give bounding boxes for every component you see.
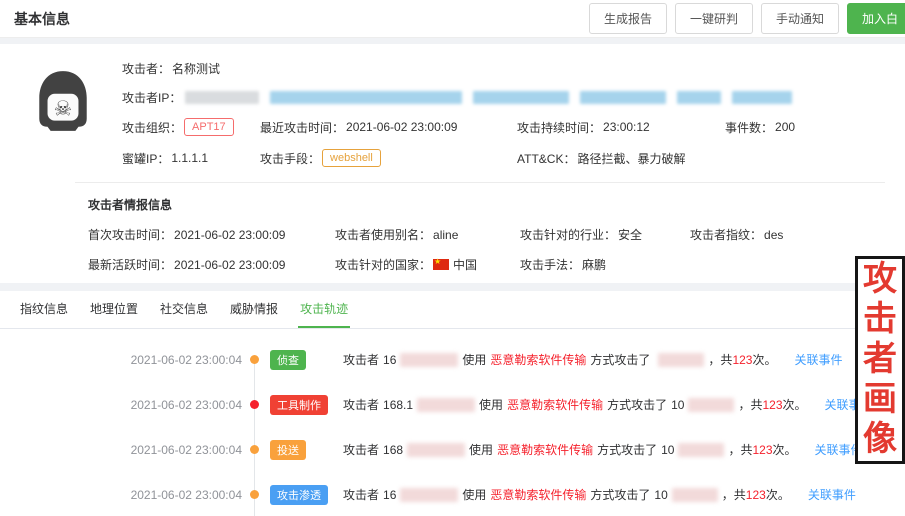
redacted-target-ip [688,398,734,412]
stage-tag: 侦查 [270,350,306,370]
timeline-dot [250,445,259,454]
redacted-ip-segment [185,91,259,104]
attacker-portrait-stamp: 攻 击 者 画 像 [855,256,905,464]
field-last-attack-time: 最近攻击时间： 2021-06-02 23:00:09 [260,119,517,136]
basic-fields: 攻击者： 名称测试 攻击者IP： 攻击组织： APT17 [122,56,885,180]
redacted-ip-segment [270,91,462,104]
redacted-target-ip [672,488,718,502]
redacted-ip-segment [580,91,666,104]
field-target-industry: 攻击针对的行业： 安全 [520,226,690,243]
field-attacker-ip: 攻击者IP： [122,89,885,106]
stamp-char: 者 [863,340,897,380]
tab-attack-trajectory[interactable]: 攻击轨迹 [298,291,350,328]
field-honeypot-ip: 蜜罐IP： 1.1.1.1 [122,150,260,167]
stamp-char: 击 [863,300,897,340]
attack-method-text: 恶意勒索软件传输 [490,351,586,368]
timeline-dot [250,490,259,499]
field-attacker-alias: 攻击者使用别名： aline [335,226,520,243]
stamp-char: 画 [863,380,897,420]
timeline-description: 攻击者168.1 使用恶意勒索软件传输 方式攻击了10 ，共123次。 [343,396,807,413]
attack-method-text: 恶意勒索软件传输 [507,396,603,413]
manual-notify-button[interactable]: 手动通知 [761,3,839,34]
redacted-ip-bars [185,91,792,104]
basic-info-card: ☠ 攻击者： 名称测试 攻击者IP： 攻击 [0,44,905,283]
timeline-row: 2021-06-02 23:00:04 攻击渗透 攻击者16 使用恶意勒索软件传… [0,472,905,516]
page-title: 基本信息 [14,9,70,29]
redacted-attacker-ip [417,398,475,412]
redacted-ip-segment [677,91,721,104]
attack-timeline: 2021-06-02 23:00:04 侦查 攻击者16 使用恶意勒索软件传输 … [0,329,905,516]
field-attack-org: 攻击组织： APT17 [122,118,260,136]
timeline-timestamp: 2021-06-02 23:00:04 [0,353,250,367]
timeline-row: 2021-06-02 23:00:04 侦查 攻击者16 使用恶意勒索软件传输 … [0,337,905,382]
redacted-attacker-ip [400,488,458,502]
field-attack-technique: 攻击手法： 麻鹏 [520,256,690,273]
timeline-description: 攻击者16 使用恶意勒索软件传输 方式攻击了 ，共123次。 [343,351,776,368]
field-attacker-fingerprint: 攻击者指纹： des [690,226,885,243]
redacted-target-ip [678,443,724,457]
field-last-active-time: 最新活跃时间： 2021-06-02 23:00:09 [88,256,335,273]
field-attack-duration: 攻击持续时间： 23:00:12 [517,119,725,136]
generate-report-button[interactable]: 生成报告 [589,3,667,34]
header-bar: 基本信息 生成报告 一键研判 手动通知 加入白 [0,0,905,38]
stage-tag: 工具制作 [270,395,328,415]
svg-text:☠: ☠ [54,97,72,120]
add-to-whitelist-button[interactable]: 加入白 [847,3,905,34]
tab-geo-location[interactable]: 地理位置 [88,291,140,328]
tab-fingerprint-info[interactable]: 指纹信息 [18,291,70,328]
timeline-dot [250,400,259,409]
redacted-target-ip [658,353,704,367]
timeline-row: 2021-06-02 23:00:04 投送 攻击者168 使用恶意勒索软件传输… [0,427,905,472]
stamp-char: 攻 [863,260,897,300]
timeline-timestamp: 2021-06-02 23:00:04 [0,443,250,457]
apt-group-tag: APT17 [184,118,234,136]
timeline-timestamp: 2021-06-02 23:00:04 [0,488,250,502]
attack-method-text: 恶意勒索软件传输 [497,441,593,458]
redacted-attacker-ip [400,353,458,367]
hacker-avatar-icon: ☠ [30,68,96,134]
redacted-attacker-ip [407,443,465,457]
tab-threat-intel[interactable]: 威胁情报 [228,291,280,328]
timeline-dot [250,355,259,364]
timeline-description: 攻击者16 使用恶意勒索软件传输 方式攻击了10 ，共123次。 [343,486,790,503]
attack-method-text: 恶意勒索软件传输 [490,486,586,503]
timeline-timestamp: 2021-06-02 23:00:04 [0,398,250,412]
field-first-attack-time: 首次攻击时间： 2021-06-02 23:00:09 [88,226,335,243]
timeline-description: 攻击者168 使用恶意勒索软件传输 方式攻击了10 ，共123次。 [343,441,797,458]
field-attacker: 攻击者： 名称测试 [122,60,885,77]
china-flag-icon [433,259,449,270]
redacted-ip-segment [732,91,792,104]
field-event-count: 事件数： 200 [725,119,885,136]
redacted-ip-segment [473,91,569,104]
detail-tabs: 指纹信息 地理位置 社交信息 威胁情报 攻击轨迹 [0,291,905,329]
stamp-char: 像 [863,420,897,460]
field-attack-method: 攻击手段： webshell [260,149,517,167]
header-actions: 生成报告 一键研判 手动通知 加入白 [589,3,905,34]
intel-section-title: 攻击者情报信息 [88,196,885,213]
webshell-tag: webshell [322,149,381,167]
detail-card: 指纹信息 地理位置 社交信息 威胁情报 攻击轨迹 2021-06-02 23:0… [0,291,905,516]
stage-tag: 攻击渗透 [270,485,328,505]
related-events-link[interactable]: 关联事件 [808,486,856,503]
stage-tag: 投送 [270,440,306,460]
related-events-link[interactable]: 关联事件 [794,351,842,368]
field-target-country: 攻击针对的国家： 中国 [335,256,520,273]
tab-social-info[interactable]: 社交信息 [158,291,210,328]
field-attck: ATT&CK： 路径拦截、暴力破解 [517,150,885,167]
timeline-row: 2021-06-02 23:00:04 工具制作 攻击者168.1 使用恶意勒索… [0,382,905,427]
one-click-analysis-button[interactable]: 一键研判 [675,3,753,34]
intel-section: 攻击者情报信息 首次攻击时间： 2021-06-02 23:00:09 攻击者使… [75,182,885,275]
